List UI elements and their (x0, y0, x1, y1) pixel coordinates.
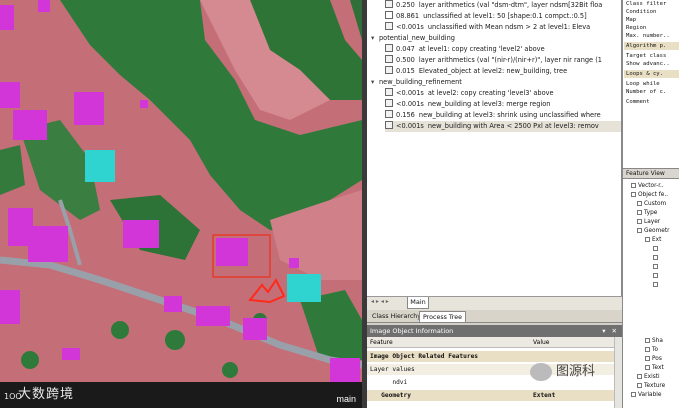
table-header: Feature Value (367, 337, 614, 348)
feature-item[interactable]: To (645, 346, 658, 354)
panel-title-bar: Image Object Information ▾ ✕ (367, 325, 622, 337)
param-line: Condition (626, 9, 657, 15)
feature-icon (653, 264, 658, 269)
expand-icon[interactable] (631, 192, 636, 197)
tree-row[interactable]: 0.047 at level1: copy creating 'level2' a… (385, 44, 545, 55)
watermark: 图源科 (530, 360, 595, 386)
collapse-icon[interactable]: ▾ (371, 77, 379, 88)
column-feature[interactable]: Feature (370, 337, 393, 348)
map-footer: 1OO 大数跨境 main (0, 382, 362, 408)
feature-leaf[interactable] (653, 254, 660, 262)
tab-main[interactable]: Main (407, 297, 429, 309)
viewer-label: main (336, 394, 356, 404)
wechat-icon (530, 362, 552, 381)
param-section: Loops & cy. (624, 70, 679, 78)
expand-icon[interactable] (637, 201, 642, 206)
param-line: Class filter (626, 1, 667, 7)
feature-item[interactable]: Type (637, 209, 657, 217)
logo-text: 大数跨境 (18, 387, 75, 402)
param-line: Map (626, 17, 637, 23)
param-line: Number of c. (626, 89, 667, 95)
tree-group[interactable]: ▾ potential_new_building (371, 33, 455, 44)
panel-window-buttons[interactable]: ▾ ✕ (602, 325, 619, 337)
expand-icon[interactable] (645, 365, 650, 370)
feature-item[interactable]: Geometr (637, 227, 669, 235)
expand-icon[interactable] (637, 228, 642, 233)
param-section: Algorithm p. (624, 42, 679, 50)
map-viewer[interactable]: 1OO 大数跨境 main (0, 0, 362, 408)
param-line: Show advanc.. (626, 61, 670, 67)
expand-icon[interactable] (645, 347, 650, 352)
feature-item[interactable]: Object fe.. (631, 191, 668, 199)
feature-item[interactable]: Layer (637, 218, 660, 226)
shrink-icon (385, 110, 393, 118)
expand-icon[interactable] (637, 210, 642, 215)
feature-item[interactable]: Texture (637, 382, 665, 390)
feature-item[interactable]: Text (645, 364, 664, 372)
collapse-icon[interactable]: ▾ (371, 33, 379, 44)
feature-icon (653, 273, 658, 278)
feature-icon (653, 255, 658, 260)
feature-leaf[interactable] (653, 272, 660, 280)
feature-icon (653, 282, 658, 287)
process-icon (385, 0, 393, 8)
classification-icon (385, 22, 393, 30)
process-icon (385, 55, 393, 63)
feature-item[interactable]: Variable (631, 391, 661, 399)
aerial-image (0, 0, 362, 408)
tree-row-selected[interactable]: <0.001s new_building with Area < 2500 Pxl… (385, 121, 621, 132)
tree-row[interactable]: 0.250 layer arithmetics (val "dsm-dtm", l… (385, 0, 602, 11)
expand-icon[interactable] (631, 392, 636, 397)
feature-item[interactable]: Existi (637, 373, 660, 381)
feature-leaf[interactable] (653, 281, 660, 289)
tab-class-hierarchy[interactable]: Class Hierarchy (369, 311, 424, 322)
expand-icon[interactable] (637, 219, 642, 224)
panel-title: Image Object Information (370, 327, 454, 335)
tree-row[interactable]: 0.015 Elevated_object at level2: new_buil… (385, 66, 567, 77)
tree-row[interactable]: <0.001s new_building at level3: merge reg… (385, 99, 550, 110)
feature-leaf[interactable] (653, 263, 660, 271)
feature-item[interactable]: Pos (645, 355, 662, 363)
tree-row[interactable]: 0.156 new_building at level3: shrink usin… (385, 110, 601, 121)
panel-tabs: Class Hierarchy Process Tree (367, 310, 622, 323)
classification-icon (385, 66, 393, 74)
tree-group[interactable]: ▾ new_building_refinement (371, 77, 462, 88)
expand-icon[interactable] (637, 374, 642, 379)
tree-row[interactable]: 08.861 unclassified at level1: 50 [shape:… (385, 11, 587, 22)
segmentation-icon (385, 11, 393, 19)
tree-row[interactable]: <0.001s at level2: copy creating 'level3'… (385, 88, 554, 99)
param-line: Region (626, 25, 647, 31)
param-line: Max. number.. (626, 33, 670, 39)
table-row[interactable]: Geometry Extent (367, 390, 614, 401)
expand-icon[interactable] (631, 183, 636, 188)
feature-leaf[interactable] (653, 245, 660, 253)
column-value[interactable]: Value (533, 337, 549, 348)
merge-icon (385, 99, 393, 107)
tab-nav-arrows[interactable]: ◂ ▸ ◂ ▸ (371, 298, 389, 305)
param-line: Comment (626, 99, 650, 105)
tab-process-tree[interactable]: Process Tree (419, 311, 467, 322)
expand-icon[interactable] (645, 356, 650, 361)
view-tab-strip: ◂ ▸ ◂ ▸ Main (367, 296, 622, 310)
feature-item[interactable]: Vector-r.. (631, 182, 664, 190)
feature-icon (653, 246, 658, 251)
param-line: Target class (626, 53, 667, 59)
copy-level-icon (385, 88, 393, 96)
expand-icon[interactable] (645, 338, 650, 343)
expand-icon[interactable] (637, 383, 642, 388)
feature-item[interactable]: Sha (645, 337, 663, 345)
remove-icon (385, 121, 393, 129)
copy-level-icon (385, 44, 393, 52)
tree-row[interactable]: <0.001s unclassified with Mean ndsm > 2 a… (385, 22, 590, 33)
vertical-scrollbar[interactable] (614, 337, 622, 408)
process-tree-panel: 0.250 layer arithmetics (val "dsm-dtm", l… (367, 0, 622, 310)
param-line: Loop while (626, 81, 660, 87)
feature-view-title: Feature View (623, 168, 679, 179)
feature-item[interactable]: Ext (645, 236, 661, 244)
tree-row[interactable]: 0.500 layer arithmetics (val "(nir-r)/(ni… (385, 55, 602, 66)
feature-item[interactable]: Custom (637, 200, 666, 208)
expand-icon[interactable] (645, 237, 650, 242)
right-panel: Class filter Condition Map Region Max. n… (622, 0, 679, 408)
